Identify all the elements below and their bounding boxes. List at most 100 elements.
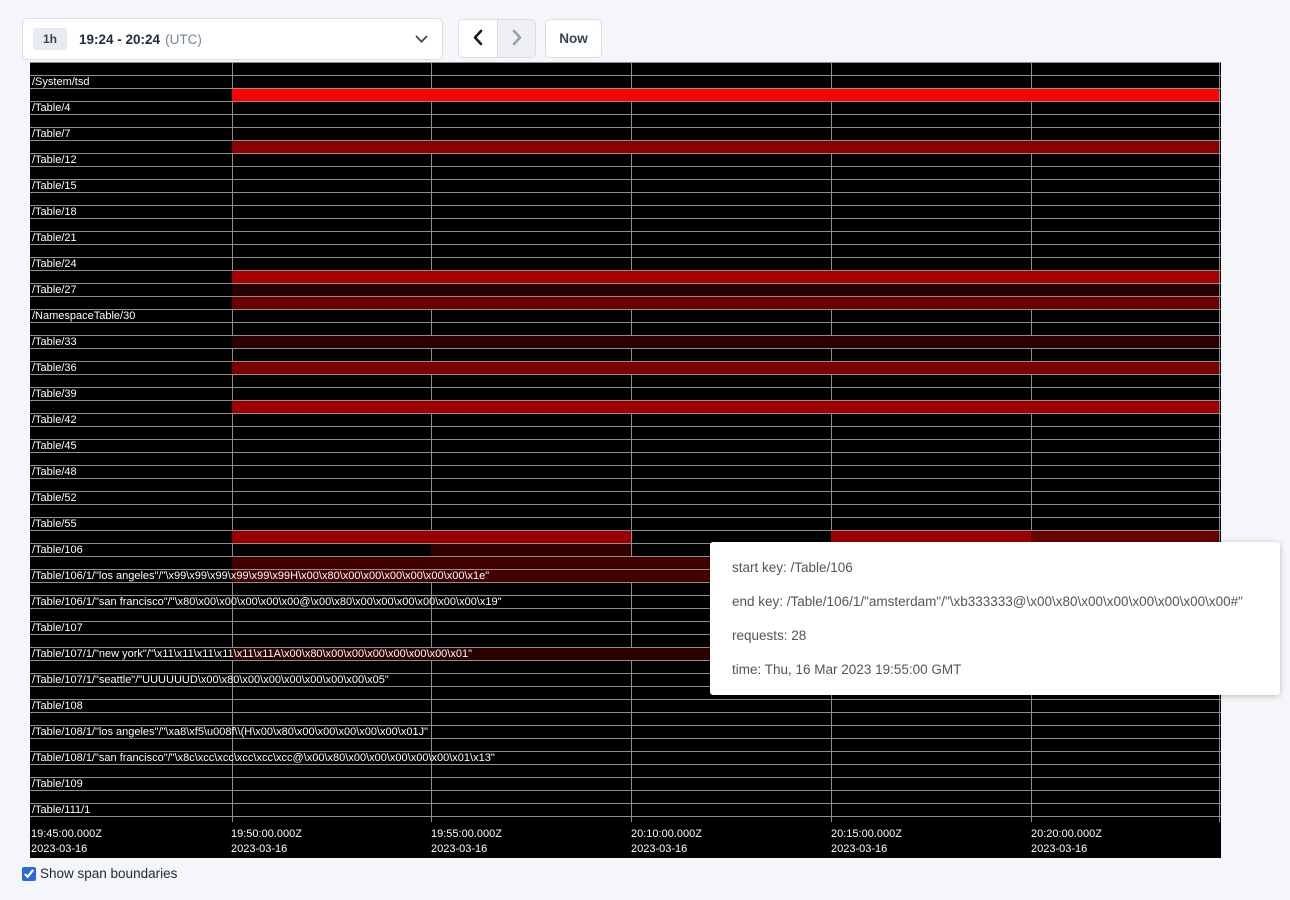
span-key-label: /Table/33 (32, 336, 77, 348)
span-key-label: /Table/106/1/"los angeles"/"\x99\x99\x99… (32, 570, 489, 582)
span-boundary-line (30, 712, 1221, 713)
heatmap-band[interactable] (232, 141, 1219, 153)
span-boundary-line (30, 491, 1221, 492)
span-key-label: /Table/36 (32, 362, 77, 374)
span-boundary-line (30, 504, 1221, 505)
span-key-label: /System/tsd (32, 76, 89, 88)
keyvis-grid[interactable]: /System/tsd/Table/4/Table/7/Table/12/Tab… (30, 62, 1221, 817)
span-boundary-line (30, 452, 1221, 453)
span-key-label: /Table/15 (32, 180, 77, 192)
span-boundary-line (30, 426, 1221, 427)
span-boundary-line (30, 348, 1221, 349)
heatmap-band[interactable] (232, 336, 1219, 348)
now-button[interactable]: Now (545, 19, 602, 58)
x-axis-tick: 19:50:00.000Z2023-03-16 (231, 827, 302, 857)
show-span-boundaries-control[interactable]: Show span boundaries (22, 866, 177, 881)
x-axis-tick: 20:20:00.000Z2023-03-16 (1031, 827, 1102, 857)
span-key-label: /Table/111/1 (32, 804, 90, 816)
span-boundary-line (30, 803, 1221, 804)
time-gridline (1219, 62, 1220, 822)
time-gridline (1031, 62, 1032, 822)
span-key-label: /Table/108/1/"san francisco"/"\x8c\xcc\x… (32, 752, 495, 764)
span-boundary-line (30, 75, 1221, 76)
span-key-label: /Table/107/1/"seattle"/"UUUUUUD\x00\x80\… (32, 674, 389, 686)
span-key-label: /Table/18 (32, 206, 77, 218)
span-boundary-line (30, 738, 1221, 739)
chevron-right-icon (511, 29, 523, 49)
heatmap-band[interactable] (232, 271, 1219, 283)
range-title: 19:24 - 20:24 (79, 32, 160, 47)
span-key-label: /Table/107/1/"new york"/"\x11\x11\x11\x1… (32, 648, 472, 660)
span-boundary-line (30, 465, 1221, 466)
span-boundary-line (30, 166, 1221, 167)
span-key-label: /Table/21 (32, 232, 77, 244)
span-key-label: /Table/108 (32, 700, 83, 712)
span-boundary-line (30, 790, 1221, 791)
span-key-label: /Table/55 (32, 518, 77, 530)
span-boundary-line (30, 309, 1221, 310)
heatmap-band[interactable] (431, 544, 631, 556)
span-key-label: /Table/24 (32, 258, 77, 270)
heatmap-band[interactable] (232, 401, 1219, 413)
span-key-label: /NamespaceTable/30 (32, 310, 135, 322)
time-range-selector[interactable]: 1h 19:24 - 20:24 (UTC) (22, 18, 443, 60)
span-boundary-line (30, 478, 1221, 479)
span-boundary-line (30, 764, 1221, 765)
span-boundary-line (30, 387, 1221, 388)
key-visualizer-chart[interactable]: /System/tsd/Table/4/Table/7/Table/12/Tab… (30, 62, 1221, 858)
span-key-label: /Table/106/1/"san francisco"/"\x80\x00\x… (32, 596, 502, 608)
tooltip-start-key: start key: /Table/106 (732, 560, 1258, 575)
time-gridline (631, 62, 632, 822)
span-key-label: /Table/107 (32, 622, 83, 634)
heatmap-band[interactable] (232, 362, 1219, 374)
span-key-label: /Table/42 (32, 414, 77, 426)
x-axis-tick: 19:45:00.000Z2023-03-16 (31, 827, 102, 857)
heatmap-band[interactable] (431, 531, 631, 543)
span-boundary-line (30, 816, 1221, 817)
span-boundary-line (30, 179, 1221, 180)
span-boundary-line (30, 322, 1221, 323)
span-boundary-line (30, 218, 1221, 219)
span-key-label: /Table/39 (32, 388, 77, 400)
span-boundary-line (30, 114, 1221, 115)
span-key-label: /Table/106 (32, 544, 83, 556)
chevron-left-icon (472, 29, 484, 49)
range-duration-badge: 1h (33, 28, 67, 50)
time-gridline (232, 62, 233, 822)
span-key-label: /Table/45 (32, 440, 77, 452)
span-key-label: /Table/52 (32, 492, 77, 504)
span-tooltip: start key: /Table/106 end key: /Table/10… (710, 542, 1280, 695)
span-boundary-line (30, 439, 1221, 440)
span-boundary-line (30, 231, 1221, 232)
heatmap-band[interactable] (232, 531, 431, 543)
span-boundary-line (30, 101, 1221, 102)
span-key-label: /Table/108/1/"los angeles"/"\xa8\xf5\u00… (32, 726, 428, 738)
tooltip-end-key: end key: /Table/106/1/"amsterdam"/"\xb33… (732, 594, 1258, 609)
span-boundary-line (30, 374, 1221, 375)
time-gridline (431, 62, 432, 822)
tooltip-time: time: Thu, 16 Mar 2023 19:55:00 GMT (732, 662, 1258, 677)
next-range-button[interactable] (497, 20, 535, 57)
span-key-label: /Table/4 (32, 102, 71, 114)
span-key-label: /Table/109 (32, 778, 83, 790)
span-boundary-line (30, 62, 1221, 63)
show-span-boundaries-checkbox[interactable] (22, 867, 36, 881)
heatmap-band[interactable] (232, 89, 1219, 101)
span-boundary-line (30, 517, 1221, 518)
span-boundary-line (30, 413, 1221, 414)
span-boundary-line (30, 257, 1221, 258)
span-boundary-line (30, 192, 1221, 193)
span-key-label: /Table/27 (32, 284, 77, 296)
span-boundary-line (30, 153, 1221, 154)
time-nav-group (458, 19, 536, 58)
show-span-boundaries-label: Show span boundaries (40, 866, 177, 881)
heatmap-band[interactable] (232, 284, 1219, 296)
span-boundary-line (30, 699, 1221, 700)
span-key-label: /Table/12 (32, 154, 77, 166)
heatmap-band[interactable] (232, 297, 1219, 309)
time-gridline (831, 62, 832, 822)
x-axis-tick: 20:15:00.000Z2023-03-16 (831, 827, 902, 857)
prev-range-button[interactable] (459, 20, 497, 57)
span-key-label: /Table/48 (32, 466, 77, 478)
chevron-down-icon (415, 35, 428, 44)
